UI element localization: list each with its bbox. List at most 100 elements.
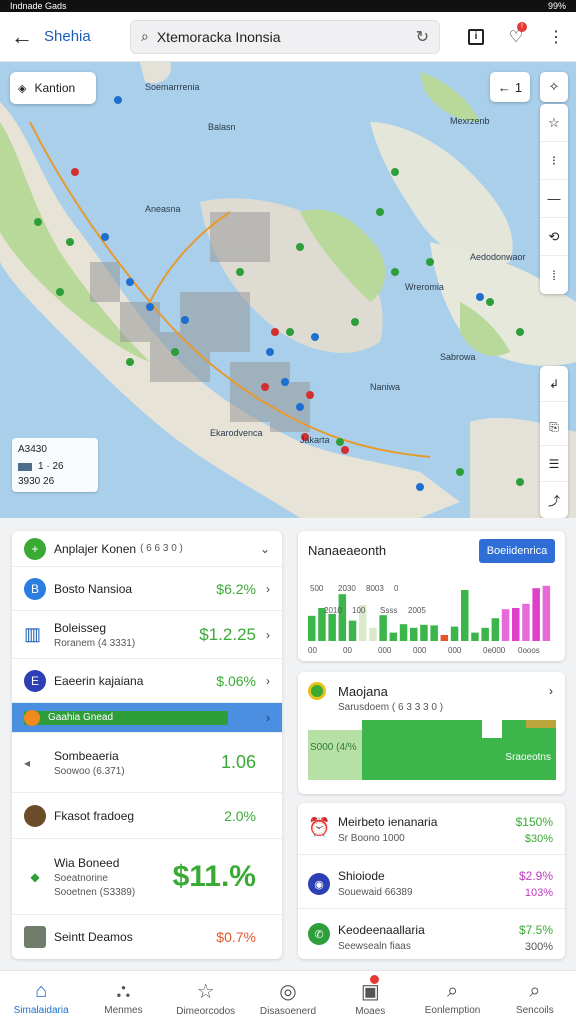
notifications-button[interactable]: ♡! (496, 12, 536, 62)
chart-tick-label: 500 (310, 584, 324, 593)
chart-bar (379, 615, 387, 641)
chevron-right-icon: › (266, 627, 270, 642)
details-button[interactable]: Boeiidenrica (479, 539, 555, 563)
status-right: 99% (547, 1, 566, 11)
map-view[interactable]: Soemarrrenia Balasn Mexrzenb Aneasna Aed… (0, 62, 576, 518)
zoom-in-button[interactable]: ⁝ (540, 142, 568, 180)
refresh-icon[interactable]: ↻ (416, 27, 429, 47)
list-item-name: Seintt Deamos (54, 930, 133, 944)
home-icon: ⌂ (35, 979, 48, 1002)
tab-home[interactable]: ⌂ Simalaidaria (0, 971, 82, 1024)
compass-button[interactable]: ✧ (540, 72, 568, 102)
place-icon (308, 682, 326, 700)
search-bar[interactable]: ⌕ ↻ (130, 19, 440, 54)
place-icon (24, 709, 40, 726)
route-icon[interactable]: ⤴ (540, 482, 568, 518)
chart-tick-label: 2010 (324, 606, 342, 615)
tab-label: Moaes (355, 1005, 386, 1017)
list-item-name: Sombeaeria (54, 748, 119, 763)
list-item-name: Gaahia Gnead (48, 712, 114, 723)
places-list: + Anplajer Konen ( 6 6 3 0 ) ⌄ B Bosto N… (12, 531, 282, 959)
zoom-out-button[interactable]: — (540, 180, 568, 218)
chart-bar (430, 625, 438, 641)
map-controls: ☆ ⁝ — ⟲ ⁞ (540, 104, 568, 294)
summary-value: $30% (524, 833, 553, 845)
list-item-name: Fkasot fradoeg (54, 808, 135, 823)
tab-messages[interactable]: ▣ Moaes (329, 971, 411, 1024)
tab-label: Dimeorcodos (176, 1005, 236, 1017)
share-icon[interactable]: ⎘ (540, 410, 568, 446)
chevron-right-icon: › (266, 581, 270, 596)
chart-tick-label: 8003 (366, 584, 384, 593)
list-item[interactable]: B Bosto Nansioa $6.2% › (12, 567, 282, 611)
list-item[interactable]: ◆ Wia Boneed Soeatnorine Sooetnen (S3389… (12, 839, 282, 915)
list-item-value: $11.% (172, 859, 256, 893)
summary-row[interactable]: ◉ Shioiode Souewaid 66389 $2.9% 103% (298, 855, 565, 909)
summary-sub: Souewaid 66389 (338, 887, 413, 898)
chart-bar (389, 632, 398, 641)
more-menu-icon[interactable]: ⋮ (536, 12, 576, 62)
speaker-icon: ◂ (24, 755, 31, 770)
list-item[interactable]: ▥ Boleisseg Roranem (4 3331) $1.2.25 › (12, 611, 282, 659)
chart-x-label: 0ooos (518, 646, 540, 655)
map-chip-label: Kantion (34, 81, 76, 95)
list-header[interactable]: + Anplajer Konen ( 6 6 3 0 ) ⌄ (12, 531, 282, 567)
alarm-icon: ⏰ (308, 817, 331, 837)
favorite-icon[interactable]: ☆ (540, 104, 568, 142)
star-icon: ☆ (196, 980, 215, 1003)
legend-swatch (18, 462, 32, 471)
chart-bar (481, 627, 489, 641)
list-item-value: $0.7% (216, 929, 256, 945)
summary-row[interactable]: ✆ Keodeenaallaria Seewsealn fiaas $7.5% … (298, 909, 565, 959)
summary-name: Meirbeto ienanaria (338, 815, 438, 829)
tab-search[interactable]: ⌕ Sencoils (494, 971, 576, 1024)
arrow-left-icon: ← (497, 79, 511, 95)
list-item[interactable]: E Eaeerin kajaiana $.06% › (12, 659, 282, 703)
list-item-sub: Sooetnen (S3389) (54, 886, 136, 898)
chart-bar (461, 590, 469, 641)
grid-icon[interactable]: ⁞ (540, 256, 568, 294)
search-input[interactable] (156, 28, 416, 45)
people-icon: ⛬ (116, 979, 131, 1002)
map-label: Mexrzenb (450, 116, 490, 126)
chart-bar (410, 627, 418, 641)
list-icon[interactable]: ☰ (540, 446, 568, 482)
tab-favorites[interactable]: ☆ Dimeorcodos (165, 971, 247, 1024)
bar-chart-icon: ▥ (24, 624, 42, 644)
list-item[interactable]: Seintt Deamos $0.7% (12, 915, 282, 959)
chart-bar (522, 603, 530, 641)
list-item[interactable]: ◂ Sombeaeria Soowoo (6.371) 1.06 (12, 733, 282, 793)
search-icon: ⌕ (141, 28, 149, 44)
tab-label: Eonlemption (424, 1004, 481, 1016)
map-label: Aedodonwaor (470, 252, 526, 262)
card-title: Maojana (338, 684, 388, 699)
map-layer-chip[interactable]: ◈ Kantion (10, 72, 96, 104)
direction-icon[interactable]: ↲ (540, 366, 568, 402)
summary-sub: Sr Boono 1000 (338, 833, 405, 844)
back-arrow-icon[interactable]: ← (0, 12, 44, 62)
chevron-down-icon: ⌄ (259, 541, 270, 556)
map-label: Sabrowa (440, 352, 476, 362)
list-item[interactable]: Fkasot fradoeg 2.0% (12, 793, 282, 839)
place-icon: E (24, 669, 46, 692)
area-card[interactable]: Maojana Sarusdoem ( 6 3 3 3 0 ) › S000 (… (298, 672, 565, 794)
chart-bar (399, 624, 408, 641)
layers-icon: ◈ (18, 82, 27, 95)
list-item-name: Wia Boneed (54, 855, 120, 870)
tab-members[interactable]: ⛬ Menmes (82, 971, 164, 1024)
chart-bar (440, 635, 449, 641)
place-icon: B (24, 577, 46, 600)
tab-discover[interactable]: ◎ Disasoenerd (247, 971, 329, 1024)
locate-button[interactable]: ← 1 (490, 72, 530, 102)
tab-exploration[interactable]: ⌕ Eonlemption (411, 971, 493, 1024)
area-label: Sraoeotns (505, 752, 551, 763)
map-label: Ekarodvenca (210, 428, 263, 438)
list-item-selected[interactable]: Gaahia Gnead › (12, 703, 282, 733)
status-left: Indnade Gads (10, 1, 67, 11)
list-header-count: ( 6 6 3 0 ) (140, 543, 183, 554)
summary-row[interactable]: ⏰ Meirbeto ienanaria Sr Boono 1000 $150%… (298, 803, 565, 855)
rotate-icon[interactable]: ⟲ (540, 218, 568, 256)
info-button[interactable]: i (456, 12, 496, 62)
map-label: Jakarta (300, 435, 330, 445)
chart-bar (491, 618, 500, 641)
